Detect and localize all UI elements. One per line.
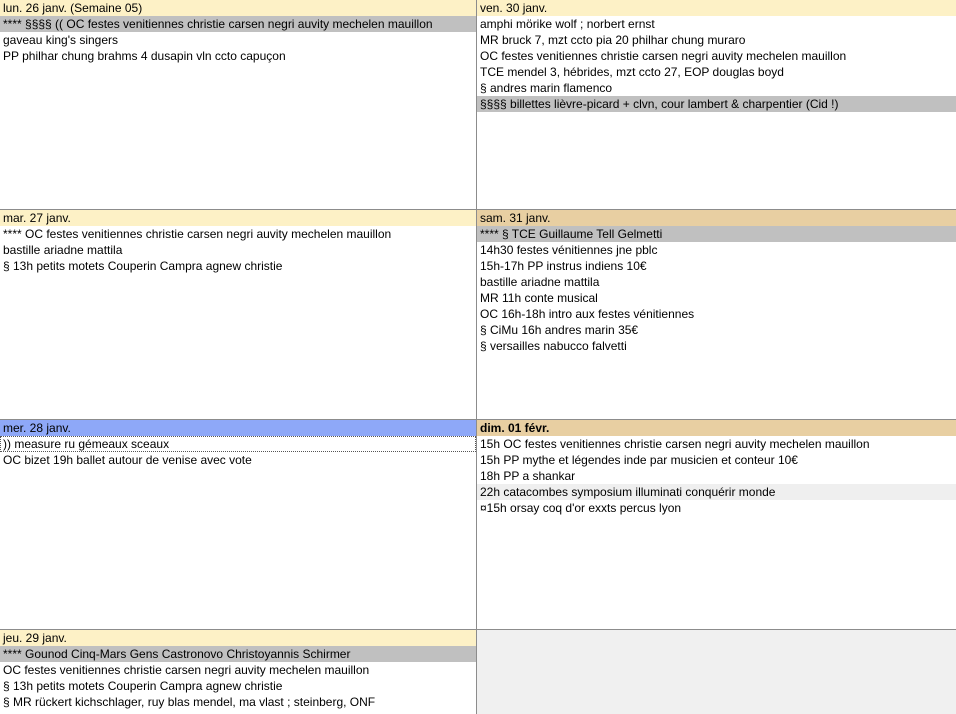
- calendar-event[interactable]: 15h-17h PP instrus indiens 10€: [477, 258, 956, 274]
- calendar-event[interactable]: 22h catacombes symposium illuminati conq…: [477, 484, 956, 500]
- day-header[interactable]: sam. 31 janv.: [477, 210, 956, 226]
- calendar-event[interactable]: 15h OC festes venitiennes christie carse…: [477, 436, 956, 452]
- day-cell-thu-29[interactable]: jeu. 29 janv. **** Gounod Cinq-Mars Gens…: [0, 629, 477, 714]
- calendar-event[interactable]: § andres marin flamenco: [477, 80, 956, 96]
- day-cell-sun-01[interactable]: dim. 01 févr. 15h OC festes venitiennes …: [477, 419, 956, 630]
- calendar-event[interactable]: § CiMu 16h andres marin 35€: [477, 322, 956, 338]
- calendar-event[interactable]: MR bruck 7, mzt ccto pia 20 philhar chun…: [477, 32, 956, 48]
- calendar-event[interactable]: bastille ariadne mattila: [0, 242, 476, 258]
- day-cell-sat-31[interactable]: sam. 31 janv. **** § TCE Guillaume Tell …: [477, 209, 956, 420]
- calendar-event[interactable]: OC festes venitiennes christie carsen ne…: [477, 48, 956, 64]
- day-cell-fri-30[interactable]: ven. 30 janv. amphi mörike wolf ; norber…: [477, 0, 956, 210]
- calendar-event[interactable]: amphi mörike wolf ; norbert ernst: [477, 16, 956, 32]
- calendar-event[interactable]: 14h30 festes vénitiennes jne pblc: [477, 242, 956, 258]
- calendar-event[interactable]: § 13h petits motets Couperin Campra agne…: [0, 258, 476, 274]
- calendar-event[interactable]: **** Gounod Cinq-Mars Gens Castronovo Ch…: [0, 646, 476, 662]
- calendar-event[interactable]: OC bizet 19h ballet autour de venise ave…: [0, 452, 476, 468]
- calendar-event[interactable]: TCE mendel 3, hébrides, mzt ccto 27, EOP…: [477, 64, 956, 80]
- calendar-event[interactable]: **** OC festes venitiennes christie cars…: [0, 226, 476, 242]
- calendar-event[interactable]: § 13h petits motets Couperin Campra agne…: [0, 678, 476, 694]
- calendar-event[interactable]: ¤15h orsay coq d'or exxts percus lyon: [477, 500, 956, 516]
- day-cell-tue-27[interactable]: mar. 27 janv. **** OC festes venitiennes…: [0, 209, 477, 420]
- day-header[interactable]: jeu. 29 janv.: [0, 630, 476, 646]
- calendar-event[interactable]: **** § TCE Guillaume Tell Gelmetti: [477, 226, 956, 242]
- calendar-event[interactable]: PP philhar chung brahms 4 dusapin vln cc…: [0, 48, 476, 64]
- day-header[interactable]: dim. 01 févr.: [477, 420, 956, 436]
- calendar-event[interactable]: 18h PP a shankar: [477, 468, 956, 484]
- day-cell-wed-28[interactable]: mer. 28 janv. )) measure ru gémeaux scea…: [0, 419, 477, 630]
- calendar-event[interactable]: gaveau king's singers: [0, 32, 476, 48]
- calendar-event[interactable]: bastille ariadne mattila: [477, 274, 956, 290]
- calendar-event[interactable]: **** §§§§ (( OC festes venitiennes chris…: [0, 16, 476, 32]
- day-header[interactable]: lun. 26 janv. (Semaine 05): [0, 0, 476, 16]
- calendar-event[interactable]: OC festes venitiennes christie carsen ne…: [0, 662, 476, 678]
- week-calendar: lun. 26 janv. (Semaine 05) **** §§§§ (( …: [0, 0, 956, 714]
- day-header[interactable]: mer. 28 janv.: [0, 420, 476, 436]
- calendar-event[interactable]: § MR rückert kichschlager, ruy blas mend…: [0, 694, 476, 710]
- empty-cell: [477, 629, 956, 714]
- calendar-event[interactable]: § versailles nabucco falvetti: [477, 338, 956, 354]
- calendar-event[interactable]: 15h PP mythe et légendes inde par musici…: [477, 452, 956, 468]
- day-cell-mon-26[interactable]: lun. 26 janv. (Semaine 05) **** §§§§ (( …: [0, 0, 477, 210]
- calendar-event[interactable]: MR 11h conte musical: [477, 290, 956, 306]
- calendar-event[interactable]: §§§§ billettes lièvre-picard + clvn, cou…: [477, 96, 956, 112]
- day-header[interactable]: mar. 27 janv.: [0, 210, 476, 226]
- day-header[interactable]: ven. 30 janv.: [477, 0, 956, 16]
- calendar-event[interactable]: OC 16h-18h intro aux festes vénitiennes: [477, 306, 956, 322]
- calendar-event[interactable]: )) measure ru gémeaux sceaux: [0, 436, 476, 452]
